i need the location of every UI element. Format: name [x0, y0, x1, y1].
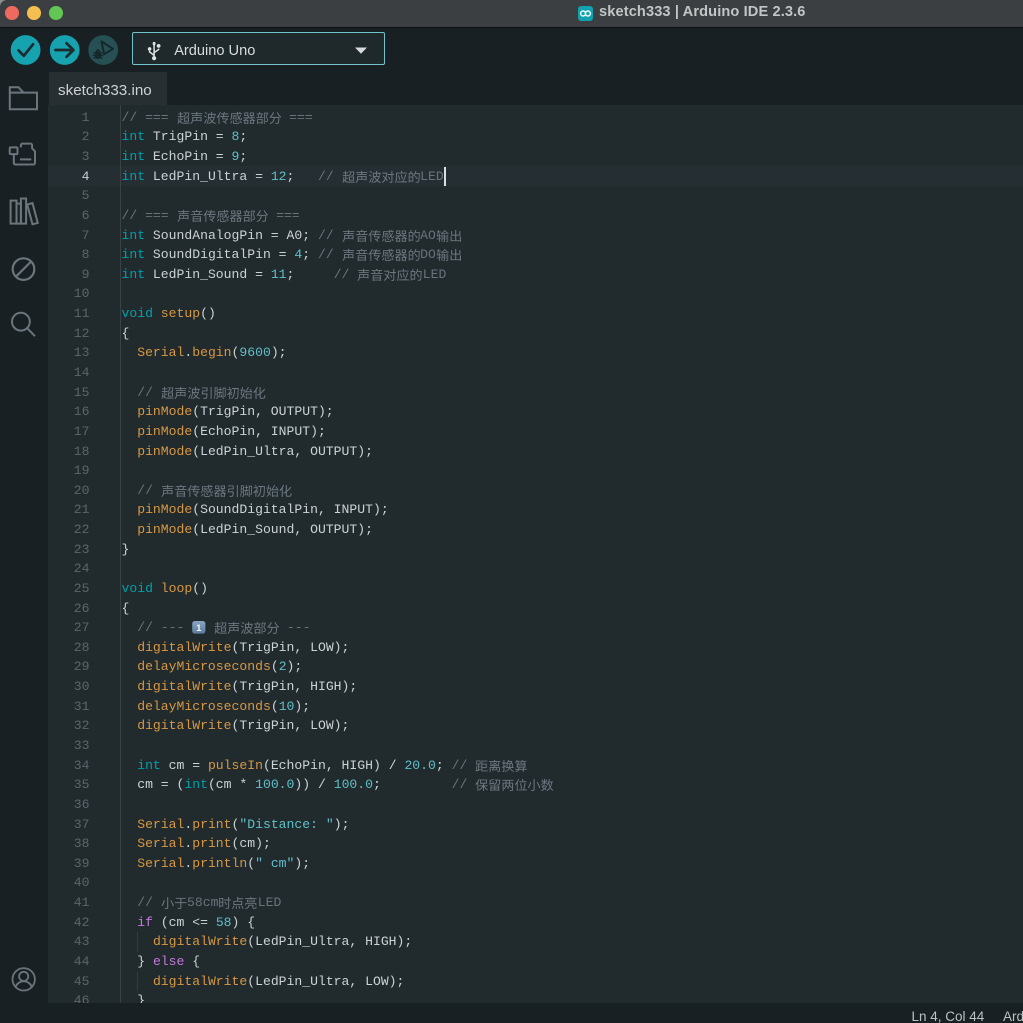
svg-text:1: 1	[196, 623, 202, 634]
